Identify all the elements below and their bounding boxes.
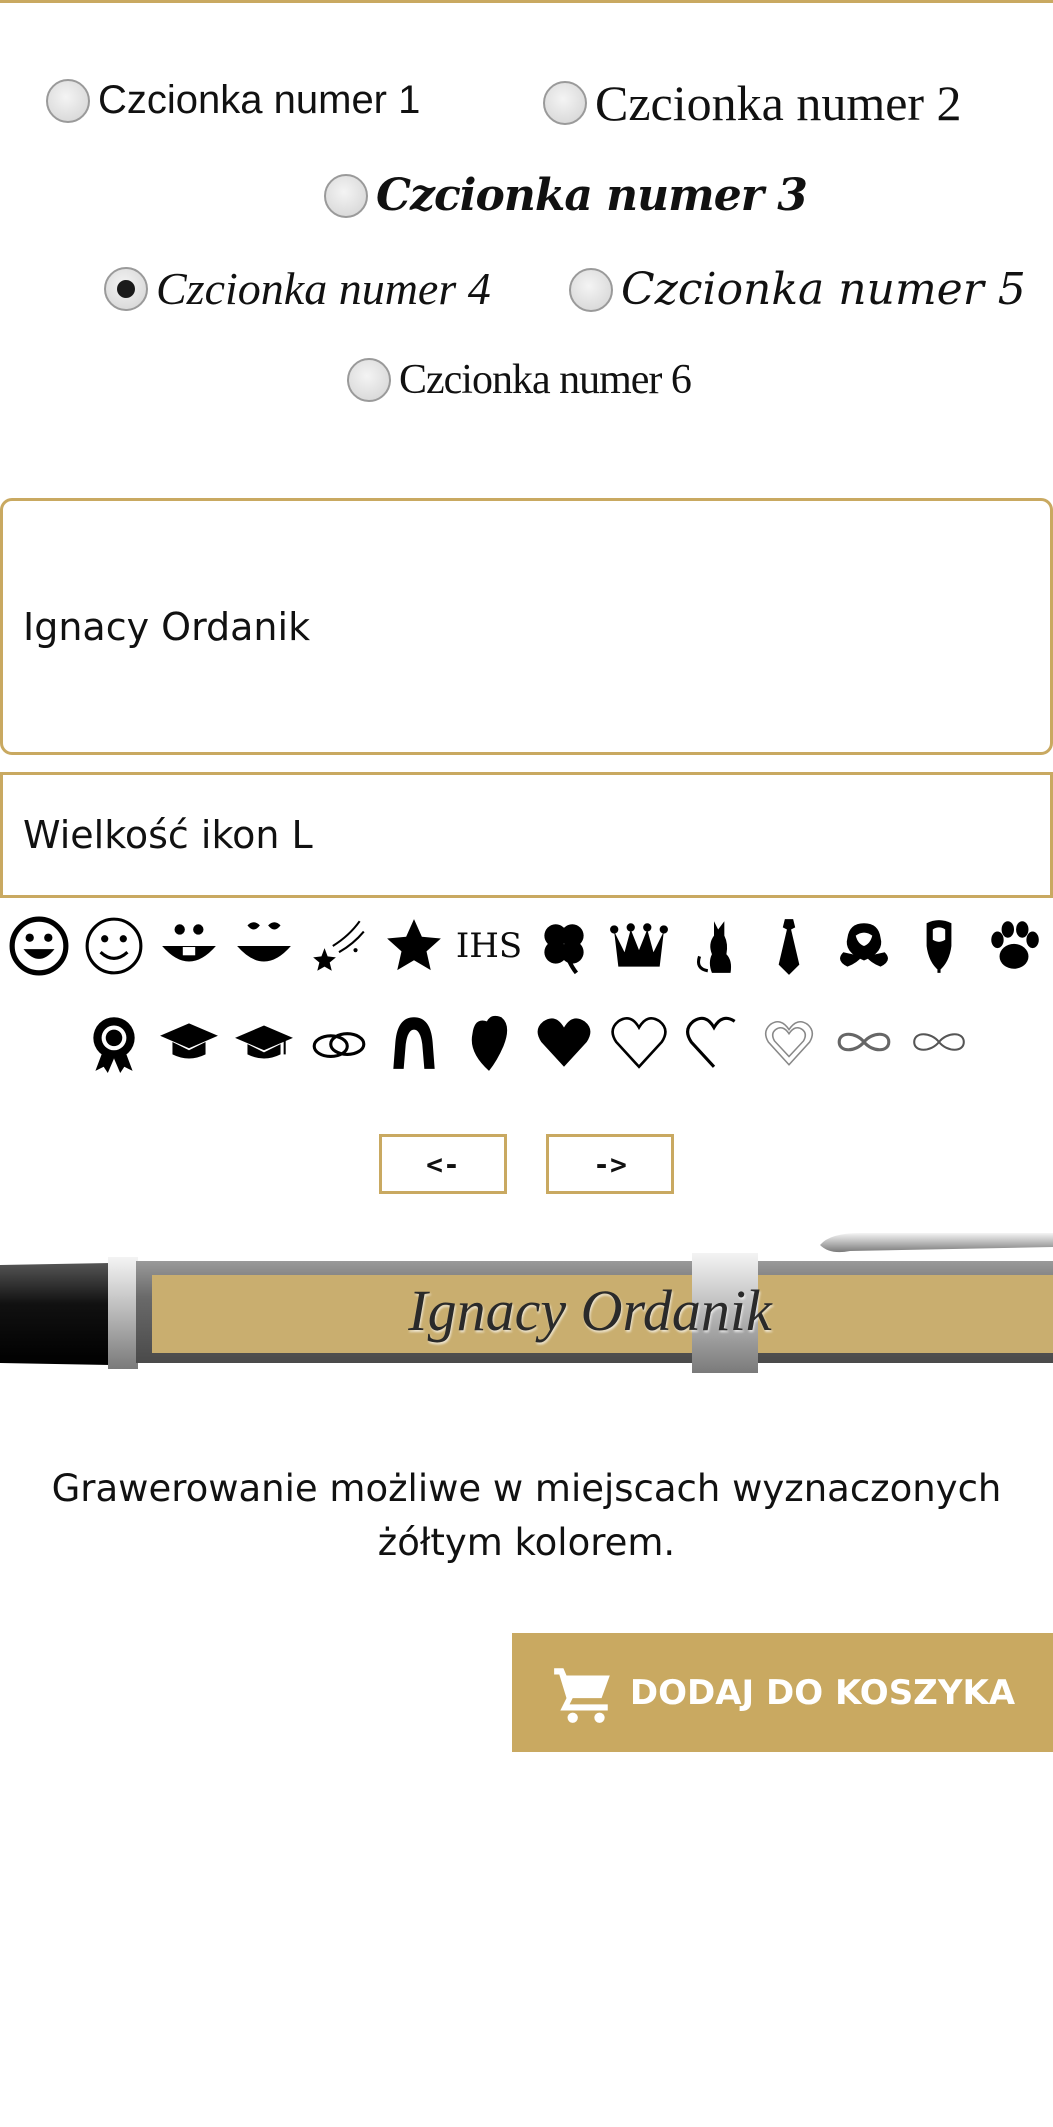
shooting-star-icon[interactable] bbox=[302, 906, 377, 986]
font-option-label: Czcionka numer 4 bbox=[156, 263, 491, 314]
heart-double-icon[interactable] bbox=[752, 1002, 827, 1082]
horseshoe-icon[interactable] bbox=[377, 1002, 452, 1082]
wedding-rings-icon[interactable] bbox=[302, 1002, 377, 1082]
smiley-big-icon[interactable] bbox=[2, 906, 77, 986]
font-option-5[interactable]: Czcionka numer 5 bbox=[569, 264, 1026, 315]
engraving-note: Grawerowanie możliwe w miejscach wyznacz… bbox=[51, 1467, 1002, 1564]
icon-row-2 bbox=[0, 1002, 1053, 1082]
font-option-label: Czcionka numer 2 bbox=[595, 75, 962, 131]
font-option-3[interactable]: Czcionka numer 3 bbox=[324, 170, 808, 221]
pen-engraving-text: Ignacy Ordanik bbox=[408, 1277, 772, 1343]
infinity-icon[interactable] bbox=[902, 1002, 977, 1082]
graduation-cap-2-icon[interactable] bbox=[227, 1002, 302, 1082]
icon-size-value: Wielkość ikon L bbox=[23, 813, 313, 857]
smiley-outline-icon[interactable] bbox=[77, 906, 152, 986]
font-option-label: Czcionka numer 1 bbox=[98, 78, 421, 122]
heart-leaf-icon[interactable] bbox=[452, 1002, 527, 1082]
icon-size-select[interactable]: Wielkość ikon L bbox=[0, 772, 1053, 898]
font-option-label: Czcionka numer 5 bbox=[621, 264, 1026, 315]
rose-bud-icon[interactable] bbox=[902, 906, 977, 986]
next-page-button[interactable]: -> bbox=[546, 1134, 674, 1194]
font-radio-1[interactable] bbox=[46, 78, 90, 123]
font-option-6[interactable]: Czcionka numer 6 bbox=[347, 356, 692, 404]
font-option-4[interactable]: Czcionka numer 4 bbox=[104, 262, 491, 315]
rosette-award-icon[interactable] bbox=[77, 1002, 152, 1082]
top-border bbox=[0, 0, 1053, 3]
heart-filled-icon[interactable] bbox=[527, 1002, 602, 1082]
heart-outline-icon[interactable] bbox=[602, 1002, 677, 1082]
prev-page-button[interactable]: <- bbox=[379, 1134, 507, 1194]
rose-icon[interactable] bbox=[827, 906, 902, 986]
smile-eyes-icon[interactable] bbox=[227, 906, 302, 986]
ihs-monogram-icon[interactable]: IHS bbox=[452, 906, 527, 986]
add-to-cart-label: DODAJ DO KOSZYKA bbox=[629, 1672, 1016, 1713]
ihs-text: IHS bbox=[455, 926, 523, 966]
font-option-label: Czcionka numer 3 bbox=[376, 170, 808, 221]
infinity-thick-icon[interactable] bbox=[827, 1002, 902, 1082]
paw-icon[interactable] bbox=[977, 906, 1052, 986]
font-radio-6[interactable] bbox=[347, 358, 391, 402]
necktie-icon[interactable] bbox=[752, 906, 827, 986]
engraving-text-field[interactable]: Ignacy Ordanik bbox=[0, 498, 1053, 755]
smile-teeth-icon[interactable] bbox=[152, 906, 227, 986]
font-option-1[interactable]: Czcionka numer 1 bbox=[46, 78, 420, 123]
font-option-label: Czcionka numer 6 bbox=[399, 357, 692, 403]
four-leaf-clover-icon[interactable] bbox=[527, 906, 602, 986]
font-radio-5[interactable] bbox=[569, 267, 613, 312]
font-radio-3[interactable] bbox=[324, 173, 368, 218]
star-icon[interactable] bbox=[377, 906, 452, 986]
add-to-cart-button[interactable]: DODAJ DO KOSZYKA bbox=[512, 1633, 1053, 1752]
font-option-2[interactable]: Czcionka numer 2 bbox=[543, 74, 962, 132]
font-radio-2[interactable] bbox=[543, 81, 587, 125]
font-radio-4[interactable] bbox=[104, 266, 148, 311]
icon-row-1: IHS bbox=[0, 906, 1053, 986]
cat-icon[interactable] bbox=[677, 906, 752, 986]
cart-icon bbox=[553, 1667, 610, 1723]
heart-half-icon[interactable] bbox=[677, 1002, 752, 1082]
crown-icon[interactable] bbox=[602, 906, 677, 986]
engraving-text-value: Ignacy Ordanik bbox=[23, 604, 311, 649]
graduation-cap-icon[interactable] bbox=[152, 1002, 227, 1082]
